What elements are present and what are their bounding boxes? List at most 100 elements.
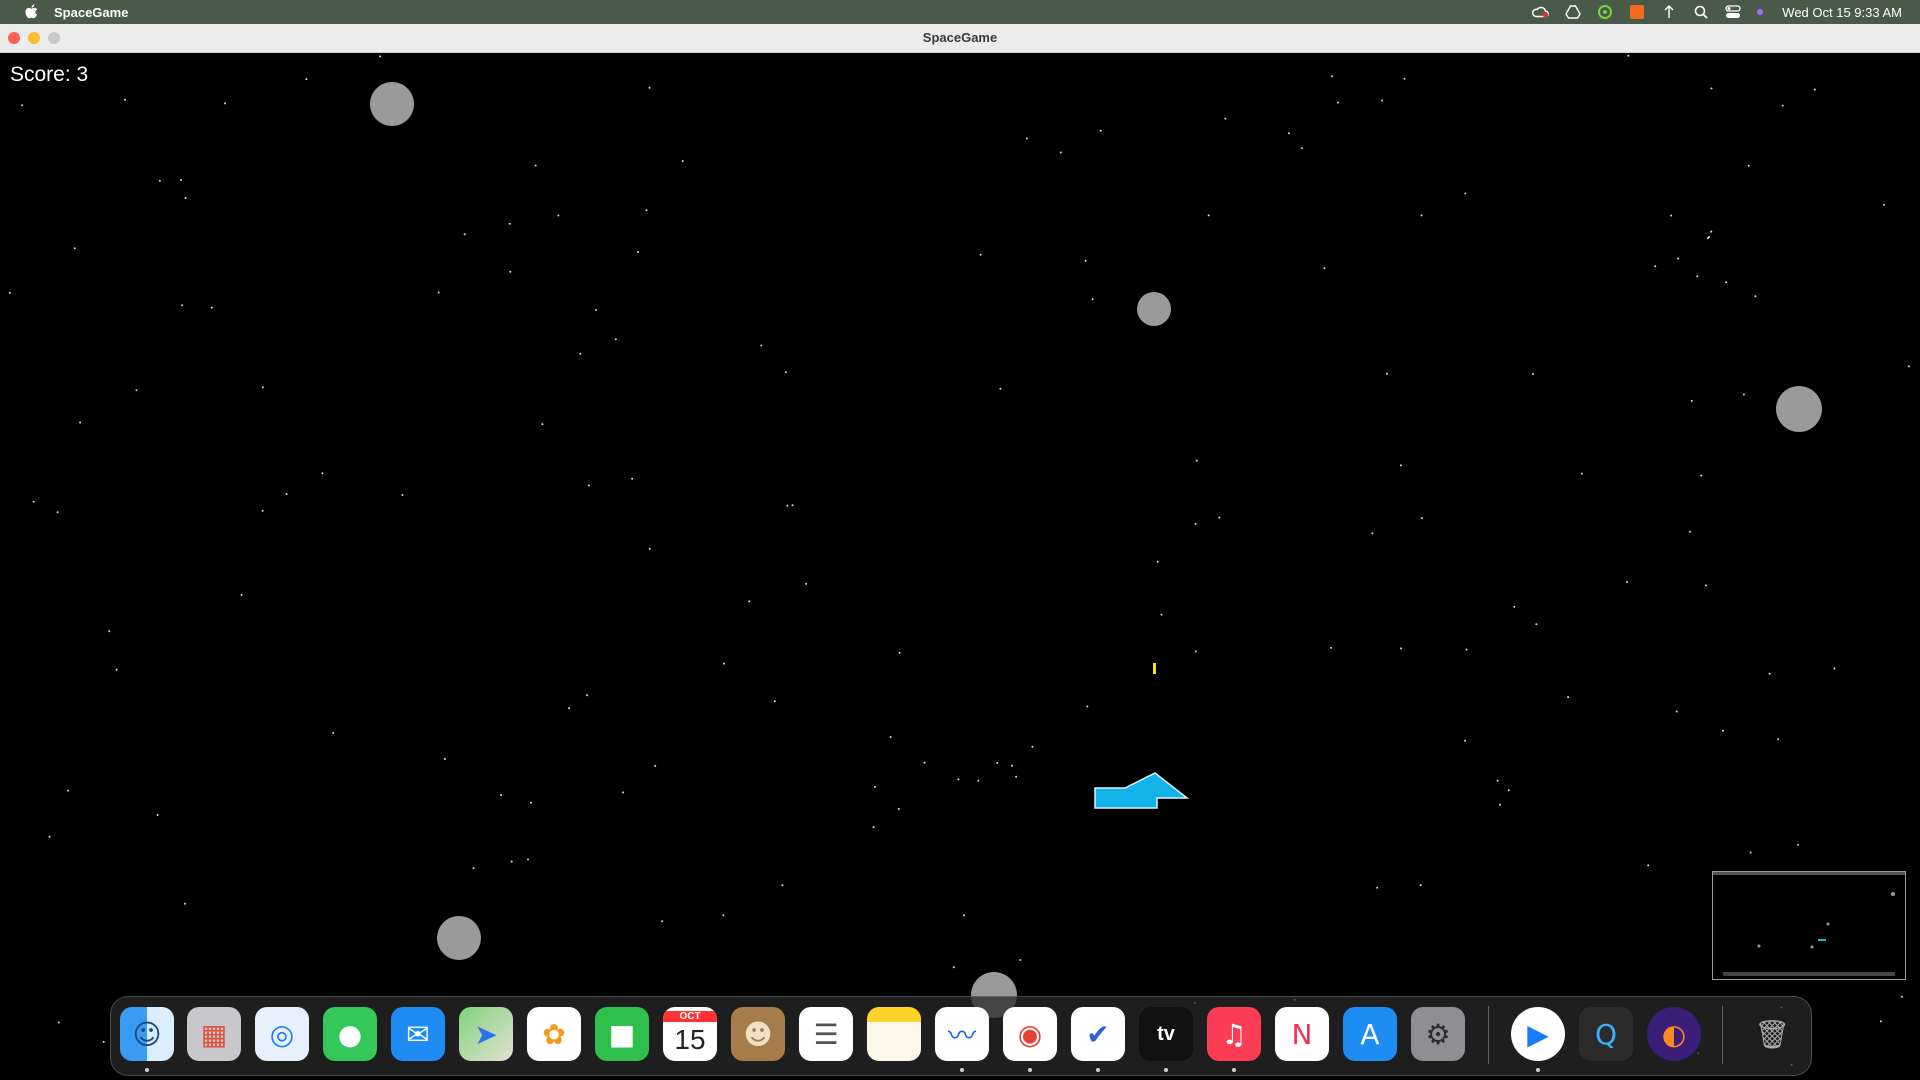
creative-cloud-icon[interactable]: [1532, 3, 1550, 21]
star: [1813, 88, 1816, 91]
game-canvas[interactable]: Score: 3: [0, 53, 1920, 1080]
star: [500, 794, 502, 796]
reminders-icon[interactable]: ☰: [799, 1007, 853, 1061]
running-indicator: [960, 1068, 964, 1072]
star: [1626, 581, 1629, 583]
star: [156, 814, 159, 816]
apple-icon[interactable]: [22, 3, 40, 21]
star: [472, 867, 475, 870]
quicktime-glyph: Q: [1594, 1017, 1618, 1051]
star: [773, 700, 776, 703]
star: [586, 694, 589, 697]
star: [1507, 789, 1510, 792]
star: [568, 707, 571, 710]
photos-icon[interactable]: ✿: [527, 1007, 581, 1061]
chrome-glyph: ◉: [1017, 1017, 1043, 1051]
star: [1689, 530, 1691, 533]
star: [527, 858, 529, 861]
star: [1323, 267, 1326, 270]
star: [1754, 295, 1757, 298]
media-player-icon[interactable]: ▶: [1511, 1007, 1565, 1061]
messages-icon[interactable]: ●: [323, 1007, 377, 1061]
star: [1690, 399, 1693, 402]
star: [21, 104, 24, 107]
messages-glyph: ●: [337, 1017, 363, 1051]
star: [1156, 560, 1159, 563]
star: [897, 807, 900, 810]
pycharm-icon[interactable]: ✔: [1071, 1007, 1125, 1061]
star: [957, 778, 960, 781]
notes-icon[interactable]: [867, 1007, 921, 1061]
star: [622, 791, 625, 794]
star: [594, 309, 597, 311]
siri-icon[interactable]: [1756, 3, 1764, 21]
star: [1207, 214, 1210, 217]
finder-glyph: ☺: [132, 1017, 162, 1051]
firefox-icon[interactable]: ◐: [1647, 1007, 1701, 1061]
system-settings-icon[interactable]: ⚙: [1411, 1007, 1465, 1061]
launchpad-icon[interactable]: ▦: [187, 1007, 241, 1061]
star: [1099, 129, 1102, 132]
star: [437, 291, 440, 294]
star: [786, 504, 789, 507]
news-icon[interactable]: N: [1275, 1007, 1329, 1061]
star: [1777, 738, 1780, 741]
sync-icon[interactable]: [1596, 3, 1614, 21]
apple-tv-icon[interactable]: tv: [1139, 1007, 1193, 1061]
app-store-icon[interactable]: A: [1343, 1007, 1397, 1061]
star: [1749, 851, 1752, 854]
music-icon[interactable]: ♫: [1207, 1007, 1261, 1061]
running-indicator: [1096, 1068, 1100, 1072]
control-center-icon[interactable]: [1724, 3, 1742, 21]
star: [1015, 775, 1018, 778]
star: [1465, 648, 1468, 651]
star: [1420, 214, 1423, 217]
calendar-icon[interactable]: OCT 15: [663, 1007, 717, 1061]
star: [261, 386, 264, 389]
star: [1781, 104, 1784, 107]
safari-icon[interactable]: ◎: [255, 1007, 309, 1061]
star: [1084, 259, 1087, 262]
mail-icon[interactable]: ✉: [391, 1007, 445, 1061]
tv-label: tv: [1157, 1022, 1175, 1045]
contacts-icon[interactable]: ☻: [731, 1007, 785, 1061]
quicktime-icon[interactable]: Q: [1579, 1007, 1633, 1061]
orange-app-icon[interactable]: [1628, 3, 1646, 21]
star: [210, 306, 213, 309]
facetime-icon[interactable]: ■: [595, 1007, 649, 1061]
star: [996, 761, 999, 764]
star: [305, 78, 308, 81]
freeform-icon[interactable]: 〰: [935, 1007, 989, 1061]
star: [1400, 647, 1402, 650]
star: [722, 662, 725, 665]
star: [534, 164, 537, 167]
star: [1710, 87, 1713, 90]
running-indicator: [1164, 1068, 1168, 1072]
finder-icon[interactable]: ☺: [120, 1007, 174, 1061]
menu-clock[interactable]: Wed Oct 15 9:33 AM: [1782, 5, 1902, 20]
star: [1499, 803, 1501, 806]
star: [791, 504, 794, 507]
star: [923, 761, 926, 764]
trash-icon[interactable]: 🗑: [1745, 1007, 1799, 1061]
star: [1708, 236, 1710, 238]
google-drive-icon[interactable]: [1564, 3, 1582, 21]
search-icon[interactable]: [1692, 3, 1710, 21]
maps-icon[interactable]: ➤: [459, 1007, 513, 1061]
window-title-bar: SpaceGame: [0, 24, 1920, 53]
star: [1464, 739, 1467, 742]
star: [184, 902, 186, 905]
chrome-icon[interactable]: ◉: [1003, 1007, 1057, 1061]
star: [805, 582, 808, 585]
star: [760, 344, 763, 347]
freeform-glyph: 〰: [947, 1019, 976, 1052]
window-preview-thumbnail[interactable]: [1712, 871, 1906, 980]
active-app-name[interactable]: SpaceGame: [54, 5, 128, 20]
star: [180, 179, 183, 181]
calendar-day: 15: [674, 1023, 706, 1055]
star: [1677, 257, 1679, 260]
star: [1031, 745, 1034, 748]
network-icon[interactable]: [1660, 3, 1678, 21]
star: [32, 500, 35, 503]
starfield: [8, 54, 1910, 1066]
